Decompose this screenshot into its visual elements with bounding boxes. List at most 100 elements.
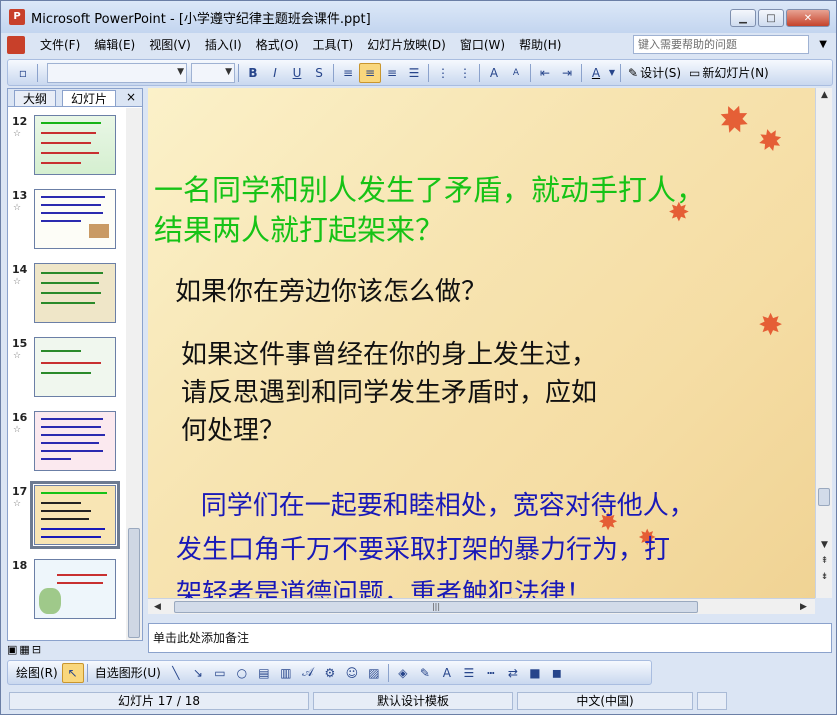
design-label: 设计(S) <box>640 66 682 80</box>
rectangle-icon[interactable]: ▭ <box>209 663 231 683</box>
shadow-button[interactable]: S <box>308 63 330 83</box>
slideshow-icon[interactable]: ⊟ <box>32 643 41 657</box>
distribute-icon[interactable]: ☰ <box>403 63 425 83</box>
bullets-icon[interactable]: ⋮ <box>454 63 476 83</box>
new-slide-button[interactable]: ▭ 新幻灯片(N) <box>685 64 773 81</box>
slide-preview <box>34 263 116 323</box>
next-slide-icon[interactable]: ⇟ <box>817 570 832 584</box>
close-button[interactable]: ✕ <box>786 9 830 27</box>
numbering-icon[interactable]: ⋮ <box>432 63 454 83</box>
document-icon[interactable] <box>7 35 25 54</box>
line-style-icon[interactable]: ☰ <box>458 663 480 683</box>
maple-leaf-icon: ✸ <box>758 308 784 343</box>
increase-indent-icon[interactable]: ⇥ <box>556 63 578 83</box>
slide-sorter-icon[interactable]: ▦ <box>19 643 29 657</box>
increase-font-icon[interactable]: A <box>483 63 505 83</box>
menu-slideshow[interactable]: 幻灯片放映(D) <box>360 35 453 55</box>
advice-text[interactable]: 同学们在一起要和睦相处，宽容对待他人， 发生口角千万不要采取打架的暴力行为，打 … <box>176 484 695 598</box>
vertical-textbox-icon[interactable]: ▥ <box>275 663 297 683</box>
shadow-style-icon[interactable]: ■ <box>524 663 546 683</box>
scrollbar-thumb[interactable]: ||| <box>174 601 698 613</box>
chevron-down-icon: ▼ <box>177 66 184 77</box>
chevron-down-icon[interactable]: ▼ <box>819 39 827 50</box>
line-icon[interactable]: ╲ <box>165 663 187 683</box>
close-icon[interactable]: × <box>126 90 136 104</box>
arrow-style-icon[interactable]: ⇄ <box>502 663 524 683</box>
slide-horizontal-scrollbar[interactable]: ◀ ||| ▶ <box>148 598 815 614</box>
menu-file[interactable]: 文件(F) <box>33 35 87 55</box>
text-line: 发生口角千万不要采取打架的暴力行为，打 <box>176 535 671 565</box>
design-button[interactable]: ✎ 设计(S) <box>624 64 685 81</box>
draw-menu-button[interactable]: 绘图(R) <box>12 664 62 681</box>
slide-preview <box>34 337 116 397</box>
3d-style-icon[interactable]: ◼ <box>546 663 568 683</box>
slide-vertical-scrollbar[interactable]: ▲ ▼ ⇞ ⇟ <box>815 88 832 598</box>
thumbnail-scrollbar[interactable] <box>126 108 142 640</box>
chevron-down-icon[interactable]: ▼ <box>607 63 617 83</box>
dash-style-icon[interactable]: ┅ <box>480 663 502 683</box>
menu-window[interactable]: 窗口(W) <box>453 35 512 55</box>
textbox-icon[interactable]: ▤ <box>253 663 275 683</box>
new-slide-icon: ▭ <box>689 65 701 80</box>
align-center-icon[interactable]: ≡ <box>359 62 381 83</box>
menu-tools[interactable]: 工具(T) <box>306 35 361 55</box>
scroll-up-icon[interactable]: ▲ <box>817 88 832 102</box>
notes-pane[interactable]: 单击此处添加备注 <box>148 623 832 653</box>
slide-thumbnail-18[interactable]: 18 <box>8 559 124 623</box>
powerpoint-app-icon[interactable]: P <box>9 9 25 25</box>
normal-view-icon[interactable]: ▣ <box>7 643 17 657</box>
maximize-button[interactable]: □ <box>758 9 784 27</box>
menu-edit[interactable]: 编辑(E) <box>87 35 142 55</box>
tab-outline[interactable]: 大纲 <box>14 90 57 106</box>
font-size-select[interactable]: ▼ <box>191 62 235 83</box>
minimize-button[interactable]: ▁ <box>730 9 756 27</box>
scroll-left-icon[interactable]: ◀ <box>150 600 165 614</box>
help-search-input[interactable]: 键入需要帮助的问题 <box>633 35 809 54</box>
decrease-indent-icon[interactable]: ⇤ <box>534 63 556 83</box>
slide-thumbnail-14[interactable]: 14 ☆ <box>8 263 124 327</box>
slide-thumbnail-15[interactable]: 15 ☆ <box>8 337 124 401</box>
menu-view[interactable]: 视图(V) <box>142 35 198 55</box>
green-scenario-text[interactable]: 一名同学和别人发生了矛盾，就动手打人， 结果两人就打起架来？ <box>154 170 705 250</box>
slide-thumbnail-13[interactable]: 13 ☆ <box>8 189 124 253</box>
menu-insert[interactable]: 插入(I) <box>198 35 249 55</box>
previous-slide-icon[interactable]: ⇞ <box>817 554 832 568</box>
toolbar-separator <box>530 63 531 82</box>
clipart-icon[interactable]: ☺ <box>341 663 363 683</box>
font-color-icon[interactable]: A <box>585 63 607 83</box>
text-line: 请反思遇到和同学发生矛盾时，应如 <box>181 378 598 408</box>
scrollbar-thumb[interactable] <box>818 488 830 506</box>
font-color-icon[interactable]: A <box>436 663 458 683</box>
fill-color-icon[interactable]: ◈ <box>392 663 414 683</box>
line-color-icon[interactable]: ✎ <box>414 663 436 683</box>
picture-icon[interactable]: ▨ <box>363 663 385 683</box>
slide-thumbnail-16[interactable]: 16 ☆ <box>8 411 124 475</box>
slide-thumbnail-17[interactable]: 17 ☆ <box>8 481 124 549</box>
arrow-icon[interactable]: ↘ <box>187 663 209 683</box>
underline-button[interactable]: U <box>286 63 308 83</box>
menu-help[interactable]: 帮助(H) <box>512 35 568 55</box>
slide-canvas[interactable]: ✸ ✸ ✸ ✸ ✸ ✸ 一名同学和别人发生了矛盾，就动手打人， 结果两人就打起架… <box>148 88 815 598</box>
select-objects-icon[interactable]: ↖ <box>61 662 84 683</box>
template-status: 默认设计模板 <box>313 692 513 710</box>
autoshapes-button[interactable]: 自选图形(U) <box>91 664 165 681</box>
question-text[interactable]: 如果你在旁边你该怎么做？ <box>175 271 487 308</box>
tab-slides[interactable]: 幻灯片 <box>62 90 117 106</box>
diagram-icon[interactable]: ⚙ <box>319 663 341 683</box>
bold-button[interactable]: B <box>242 63 264 83</box>
scrollbar-thumb[interactable] <box>128 528 140 638</box>
decrease-font-icon[interactable]: A <box>505 63 527 83</box>
wordart-icon[interactable]: 𝒜 <box>297 663 319 683</box>
align-right-icon[interactable]: ≡ <box>381 63 403 83</box>
scroll-right-icon[interactable]: ▶ <box>796 600 811 614</box>
slide-thumbnail-12[interactable]: 12 ☆ <box>8 115 124 179</box>
font-name-select[interactable]: ▼ <box>47 62 187 83</box>
oval-icon[interactable]: ○ <box>231 663 253 683</box>
align-left-icon[interactable]: ≡ <box>337 63 359 83</box>
reflection-text[interactable]: 如果这件事曾经在你的身上发生过， 请反思遇到和同学发生矛盾时，应如 何处理？ <box>181 336 597 450</box>
menu-format[interactable]: 格式(O) <box>249 35 306 55</box>
scroll-down-icon[interactable]: ▼ <box>817 538 832 552</box>
italic-button[interactable]: I <box>264 63 286 83</box>
new-document-icon[interactable]: ▫ <box>12 63 34 83</box>
slide-number: 14 <box>12 263 28 276</box>
